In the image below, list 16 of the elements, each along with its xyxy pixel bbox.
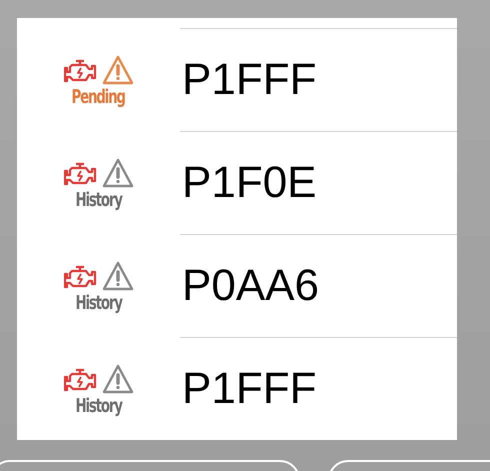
code-row[interactable]: History P1F0E [17, 131, 457, 234]
trouble-code: P1FFF [181, 54, 316, 106]
trouble-code: P1F0E [181, 157, 317, 209]
code-row[interactable]: History P0AA6 [17, 234, 457, 337]
warning-icon [102, 158, 134, 188]
status-label: History [75, 394, 122, 418]
status-label: Pending [72, 84, 126, 108]
warning-icon [102, 54, 134, 84]
code-row[interactable]: History P1FFF [17, 337, 457, 440]
status-label: History [75, 188, 122, 212]
trouble-code: P1FFF [181, 363, 316, 415]
warning-icon [102, 364, 134, 394]
warning-icon [102, 260, 134, 290]
code-row[interactable]: Pending P1FFF [17, 28, 457, 131]
status-label: History [75, 290, 122, 314]
trouble-code: P0AA6 [181, 260, 319, 312]
